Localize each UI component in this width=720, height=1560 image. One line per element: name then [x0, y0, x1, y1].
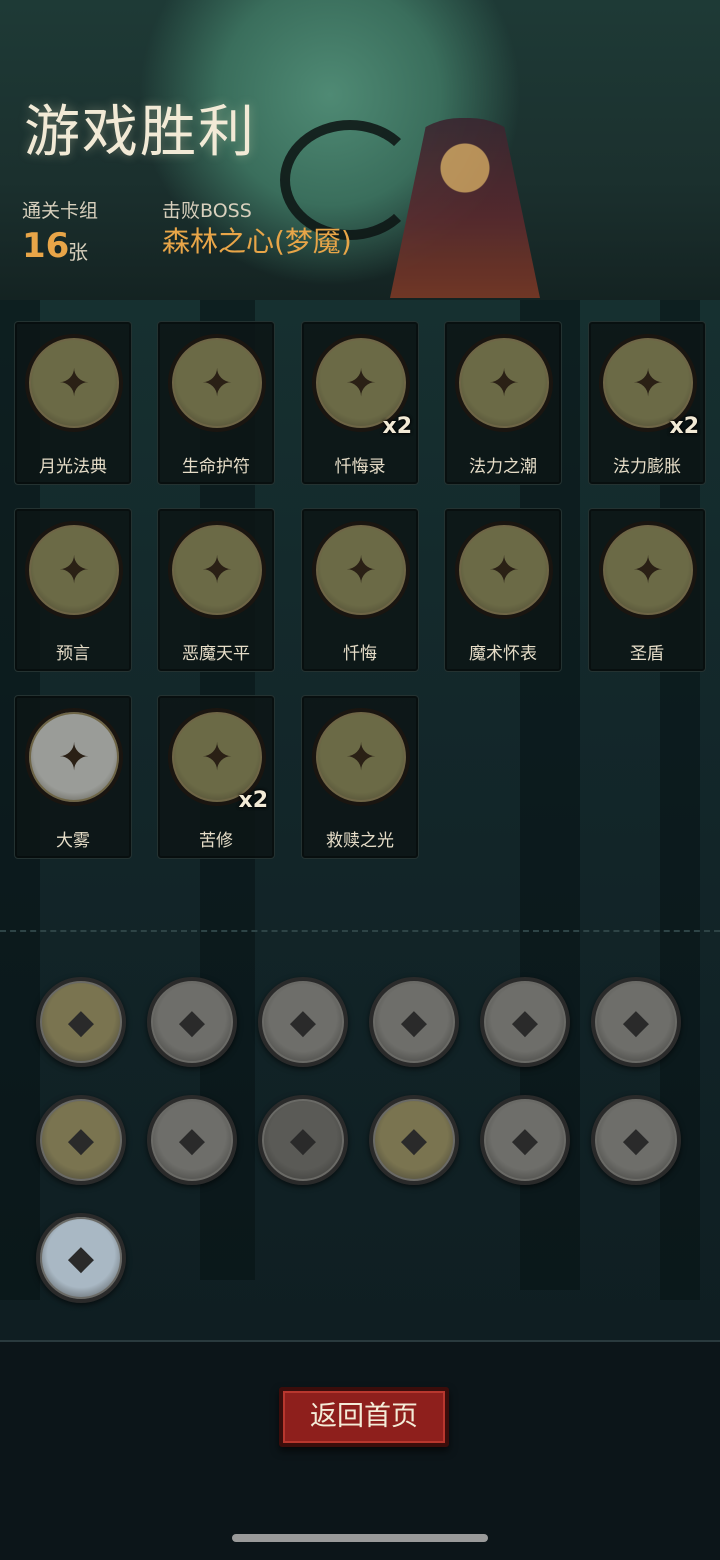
demon-scale-icon: ✦	[168, 521, 266, 619]
boss-label: 击败BOSS	[162, 200, 252, 222]
holy-shield-icon: ✦	[599, 521, 697, 619]
red-demon-icon[interactable]: ◆	[480, 1095, 570, 1185]
card-name: 救赎之光	[326, 831, 394, 851]
bat-amulet-icon: ✦	[168, 334, 266, 432]
footer-background	[0, 1340, 720, 1560]
card-name: 恶魔天平	[182, 644, 250, 664]
sword-coins-icon[interactable]: ◆	[147, 1095, 237, 1185]
prophet-icon: ✦	[25, 521, 123, 619]
card-name: 法力膨胀	[613, 457, 681, 477]
card-item[interactable]: ✦ 救赎之光	[301, 695, 419, 859]
card-name: 月光法典	[39, 457, 107, 477]
boss-swirl-decoration	[280, 120, 420, 240]
deck-count: 16	[22, 226, 70, 266]
redemption-light-icon: ✦	[312, 708, 410, 806]
card-item[interactable]: ✦ 法力膨胀 x2	[588, 321, 706, 485]
card-name: 预言	[56, 644, 90, 664]
dagger-icon[interactable]: ◆	[36, 1213, 126, 1303]
card-name: 生命护符	[182, 457, 250, 477]
yellow-music-skull-icon[interactable]: ◆	[258, 977, 348, 1067]
card-name: 忏悔	[343, 644, 377, 664]
card-item[interactable]: ✦ 大雾	[14, 695, 132, 859]
page-title: 游戏胜利	[24, 100, 256, 165]
mana-wave-icon: ✦	[455, 334, 553, 432]
card-item[interactable]: ✦ 苦修 x2	[157, 695, 275, 859]
home-indicator[interactable]	[232, 1534, 488, 1542]
card-name: 忏悔录	[334, 457, 386, 477]
fog-icon: ✦	[25, 708, 123, 806]
cross-icon: ✦	[312, 521, 410, 619]
pocket-watch-icon: ✦	[455, 521, 553, 619]
card-item[interactable]: ✦ 预言	[14, 508, 132, 672]
card-item[interactable]: ✦ 生命护符	[157, 321, 275, 485]
moonlight-codex-icon: ✦	[25, 334, 123, 432]
card-count-badge: x2	[669, 414, 700, 439]
card-name: 法力之潮	[469, 457, 537, 477]
card-name: 魔术怀表	[469, 644, 537, 664]
card-name: 苦修	[199, 831, 233, 851]
lightning-altar-icon[interactable]: ◆	[36, 977, 126, 1067]
purple-music-skull-icon[interactable]: ◆	[591, 977, 681, 1067]
card-item[interactable]: ✦ 魔术怀表	[444, 508, 562, 672]
sword-coins-icon[interactable]: ◆	[591, 1095, 681, 1185]
card-count-badge: x2	[382, 414, 413, 439]
card-item[interactable]: ✦ 恶魔天平	[157, 508, 275, 672]
hand-cards-icon[interactable]: ◆	[369, 1095, 459, 1185]
green-music-skull-icon[interactable]: ◆	[480, 977, 570, 1067]
card-name: 大雾	[56, 831, 90, 851]
deck-label: 通关卡组	[22, 200, 99, 222]
home-button[interactable]: 返回首页	[279, 1387, 449, 1447]
card-item[interactable]: ✦ 忏悔录 x2	[301, 321, 419, 485]
card-item[interactable]: ✦ 圣盾	[588, 508, 706, 672]
card-item[interactable]: ✦ 忏悔	[301, 508, 419, 672]
card-name: 圣盾	[630, 644, 664, 664]
horned-skull-icon[interactable]: ◆	[36, 1095, 126, 1185]
red-tome-icon[interactable]: ◆	[258, 1095, 348, 1185]
card-item[interactable]: ✦ 法力之潮	[444, 321, 562, 485]
card-count-badge: x2	[238, 788, 269, 813]
card-item[interactable]: ✦ 月光法典	[14, 321, 132, 485]
section-divider	[0, 930, 720, 932]
deck-unit: 张	[68, 240, 88, 264]
blue-music-skull-icon[interactable]: ◆	[369, 977, 459, 1067]
boss-name: 森林之心(梦魇)	[162, 225, 352, 258]
red-music-skull-icon[interactable]: ◆	[147, 977, 237, 1067]
